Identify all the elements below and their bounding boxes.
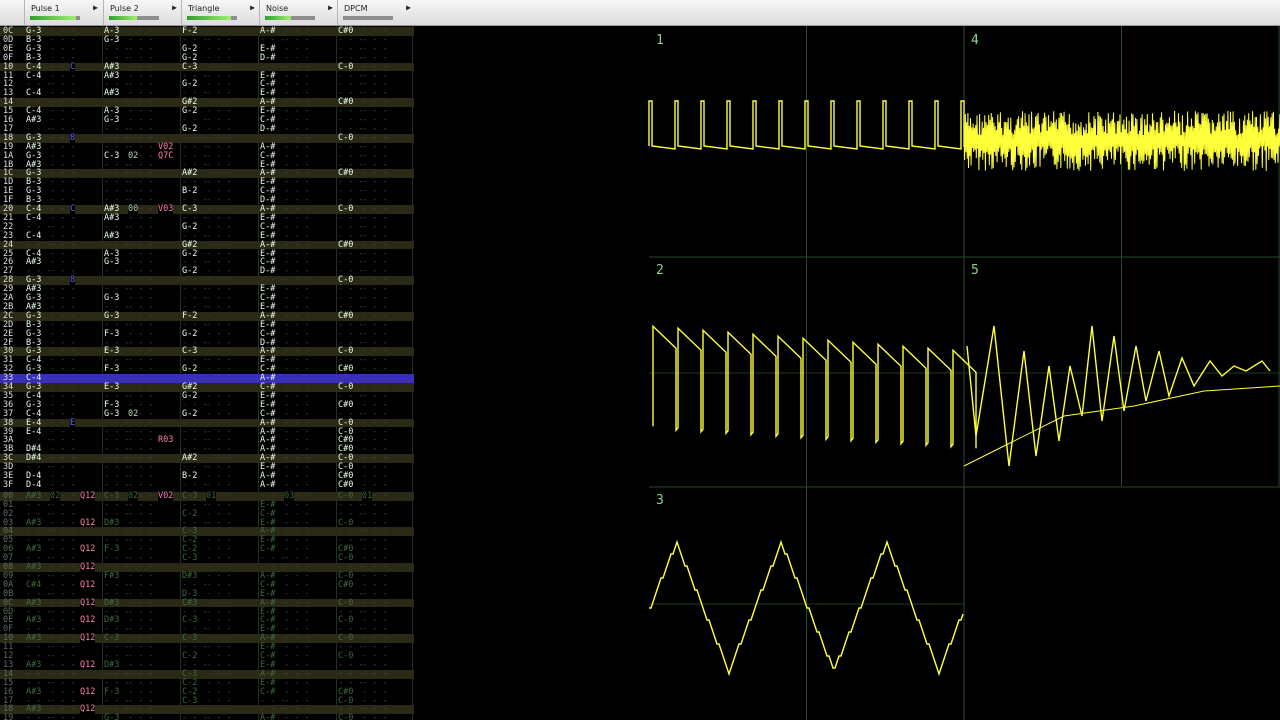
effect-cell[interactable]: Q12 (80, 705, 96, 715)
oscilloscope-svg: 1 2 3 4 5 (648, 26, 1280, 720)
channel-menu-arrow-icon[interactable]: ▶ (406, 3, 411, 12)
pattern-row[interactable]: 3F D-4- - -- - -- - -- - -- - - A-# - - - C#… (0, 479, 414, 490)
channel-name: Noise (266, 4, 289, 13)
channel-header-dpcm[interactable]: DPCM ▶ (337, 0, 415, 25)
empty-effect-cell[interactable]: - - - (50, 480, 76, 490)
channel-menu-arrow-icon[interactable]: ▶ (172, 3, 177, 12)
empty-effect-cell[interactable]: - - - (362, 480, 388, 490)
scope-panel-label: 2 (656, 263, 664, 278)
channel-header-noise[interactable]: Noise ▶ (259, 0, 337, 25)
channel-volume-meter (30, 16, 80, 20)
effect-cell[interactable]: R03 (158, 436, 174, 446)
effect-cell[interactable]: Q12 (80, 518, 96, 528)
effect-cell[interactable]: Q7C (158, 151, 174, 161)
effect-cell[interactable]: Q12 (80, 687, 96, 697)
note-cell[interactable]: C-0 (338, 714, 353, 720)
effect-cell[interactable]: V02 (158, 491, 174, 501)
dpcm-waveform (966, 325, 1271, 467)
effect-cell[interactable]: Q12 (80, 580, 96, 590)
empty-effect-cell[interactable]: - - - (128, 714, 154, 720)
channel-name: Pulse 1 (31, 4, 60, 13)
row-number: 3F (3, 479, 14, 490)
channel-name: DPCM (344, 4, 368, 13)
empty-effect-cell[interactable]: - - - (284, 480, 310, 490)
channel-volume-meter (265, 16, 315, 20)
channel-header-bar: Pulse 1 ▶ Pulse 2 ▶ Triangle ▶ Noise ▶ DPCM ▶ (0, 0, 1280, 26)
note-cell[interactable]: A-# (260, 714, 275, 720)
note-cell[interactable]: - - - (26, 714, 52, 720)
channel-header-pulse-1[interactable]: Pulse 1 ▶ (24, 0, 102, 25)
row-number: 19 (3, 713, 14, 720)
channel-menu-arrow-icon[interactable]: ▶ (328, 3, 333, 12)
channel-menu-arrow-icon[interactable]: ▶ (250, 3, 255, 12)
pattern-row[interactable]: 19- - -- - - G-3- - -- - -- - - A-# - - - C-… (0, 714, 414, 720)
note-cell[interactable]: D-4 (26, 480, 41, 490)
note-cell[interactable]: A-# (260, 480, 275, 490)
empty-effect-cell[interactable]: - - - (206, 480, 232, 490)
effect-cell[interactable]: Q12 (80, 598, 96, 608)
empty-effect-cell[interactable]: - - - (284, 714, 310, 720)
note-cell[interactable]: - - - (182, 714, 208, 720)
note-cell[interactable]: G-3 (104, 714, 119, 720)
effect-cell[interactable]: V03 (158, 205, 174, 214)
empty-effect-cell[interactable]: - - - (128, 480, 154, 490)
effect-cell[interactable]: Q12 (80, 491, 96, 501)
effect-cell[interactable]: Q12 (80, 616, 96, 626)
channel-volume-meter (187, 16, 237, 20)
channel-header-triangle[interactable]: Triangle ▶ (181, 0, 259, 25)
channel-volume-meter (343, 16, 393, 20)
pulse1-waveform (648, 100, 988, 150)
note-cell[interactable]: - - - (104, 480, 130, 490)
scope-panel-label: 3 (656, 493, 664, 508)
channel-header-pulse-2[interactable]: Pulse 2 ▶ (103, 0, 181, 25)
channel-menu-arrow-icon[interactable]: ▶ (93, 3, 98, 12)
note-cell[interactable]: - - - (182, 480, 208, 490)
pulse2-waveform (652, 324, 977, 449)
scope-panel-label: 4 (971, 33, 979, 48)
scope-panel-label: 1 (656, 33, 664, 48)
empty-effect-cell[interactable]: - - - (206, 714, 232, 720)
channel-name: Pulse 2 (110, 4, 139, 13)
empty-effect-cell[interactable]: - - - (362, 714, 388, 720)
effect-cell[interactable]: Q12 (80, 634, 96, 644)
channel-name: Triangle (188, 4, 220, 13)
channel-volume-meter (109, 16, 159, 20)
oscilloscope-view: 1 2 3 4 5 (414, 26, 1280, 720)
effect-cell[interactable]: Q12 (80, 545, 96, 555)
effect-cell[interactable]: Q12 (80, 563, 96, 572)
note-cell[interactable]: C#0 (338, 480, 353, 490)
pattern-editor[interactable]: 0C G-3- - - A-3- - - F-2- - - A-# - - - C#0- -… (0, 26, 415, 720)
effect-cell[interactable]: Q12 (80, 660, 96, 670)
scope-panel-label: 5 (971, 263, 979, 278)
empty-effect-cell[interactable]: - - - (50, 714, 76, 720)
